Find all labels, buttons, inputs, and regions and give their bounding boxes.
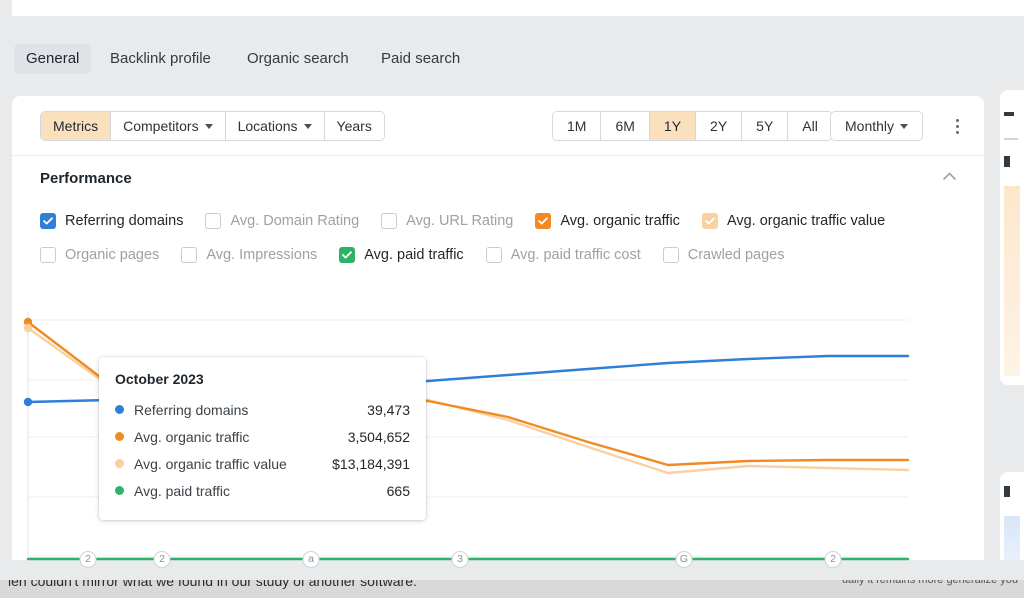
tooltip-series-name: Referring domains xyxy=(134,402,248,418)
chart-annotation-pin[interactable]: a xyxy=(303,551,320,568)
series-dot-icon xyxy=(115,405,124,414)
tooltip-series-name: Avg. paid traffic xyxy=(134,483,230,499)
tooltip-row: Referring domains 39,473 xyxy=(115,396,410,423)
tooltip-row: Avg. organic traffic 3,504,652 xyxy=(115,423,410,450)
tooltip-title: October 2023 xyxy=(115,371,410,387)
chart-annotation-pin[interactable]: 2 xyxy=(80,551,97,568)
tooltip-series-value: 665 xyxy=(387,483,410,499)
tooltip-series-name: Avg. organic traffic value xyxy=(134,456,287,472)
series-dot-icon xyxy=(115,432,124,441)
chart-annotation-pin[interactable]: 2 xyxy=(154,551,171,568)
chart-tooltip: October 2023 Referring domains 39,473 Av… xyxy=(99,357,426,520)
tooltip-series-value: $13,184,391 xyxy=(332,456,410,472)
tooltip-row: Avg. organic traffic value $13,184,391 xyxy=(115,450,410,477)
series-dot-icon xyxy=(115,459,124,468)
tooltip-series-name: Avg. organic traffic xyxy=(134,429,249,445)
chart-annotation-pin[interactable]: G xyxy=(676,551,693,568)
chart-annotation-pin[interactable]: 2 xyxy=(825,551,842,568)
tooltip-row: Avg. paid traffic 665 xyxy=(115,477,410,504)
series-dot-icon xyxy=(115,486,124,495)
chart-annotation-pin[interactable]: 3 xyxy=(452,551,469,568)
tooltip-series-value: 39,473 xyxy=(367,402,410,418)
tooltip-series-value: 3,504,652 xyxy=(348,429,410,445)
